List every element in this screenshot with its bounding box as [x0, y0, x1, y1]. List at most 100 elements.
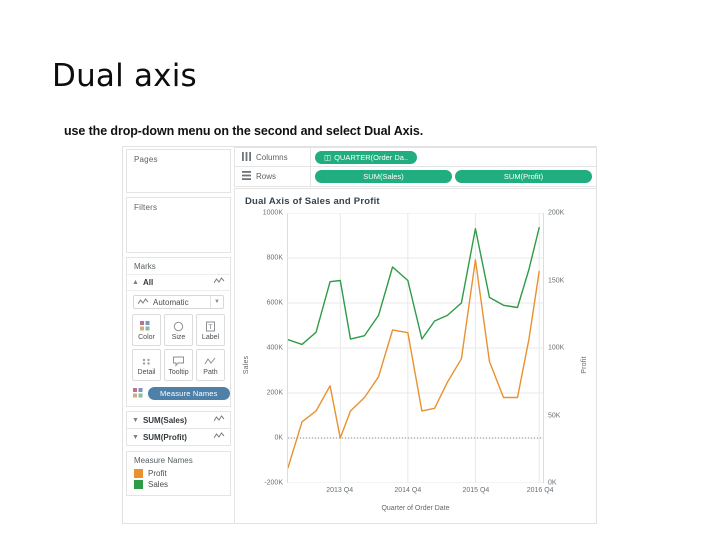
tooltip-button-label: Tooltip: [168, 368, 189, 376]
path-button-label: Path: [203, 368, 218, 376]
marks-button-grid: Color Size T Label Detail Tooltip Path: [127, 314, 230, 385]
tooltip-button[interactable]: Tooltip: [164, 349, 193, 381]
rows-shelf[interactable]: Rows SUM(Sales) SUM(Profit): [234, 167, 596, 187]
size-icon: [172, 320, 185, 333]
y-axis-left-ticks: 1000K 800K 600K 400K 200K 0K -200K: [253, 209, 283, 487]
pill-sum-sales[interactable]: SUM(Sales): [315, 170, 452, 183]
x-axis-ticks: 2013 Q4 2014 Q4 2015 Q4 2016 Q4: [287, 487, 553, 499]
instruction-prefix: use the drop-down menu on the second and…: [64, 124, 365, 138]
chevron-down-icon[interactable]: ▼: [132, 434, 139, 441]
y-tick-left: 0K: [274, 434, 283, 442]
detail-button-label: Detail: [137, 368, 156, 376]
y-tick-right: 0K: [548, 479, 557, 487]
legend-item-profit[interactable]: Profit: [127, 468, 230, 479]
measure-names-row: Measure Names: [127, 385, 230, 406]
marks-card: Marks ▲ All Automatic ▼ Color Size T Lab…: [126, 257, 231, 407]
y-axis-left-title: Sales: [243, 355, 250, 375]
y-tick-right: 100K: [548, 344, 565, 352]
columns-shelf-dropzone[interactable]: ◫ QUARTER(Order Da..: [311, 148, 596, 166]
svg-text:T: T: [208, 324, 213, 331]
filters-shelf-label: Filters: [134, 203, 158, 212]
columns-shelf-name: Columns: [235, 148, 311, 166]
x-tick: 2016 Q4: [526, 487, 554, 494]
x-axis-title: Quarter of Order Date: [381, 505, 450, 512]
y-tick-left: 1000K: [262, 209, 283, 217]
marks-all-row[interactable]: ▲ All: [127, 274, 230, 291]
y-axis-right-ticks: 200K 150K 100K 50K 0K: [548, 209, 576, 487]
measure-names-legend: Measure Names Profit Sales: [126, 451, 231, 496]
line-chart-icon: [213, 277, 225, 287]
legend-swatch-sales: [134, 480, 143, 489]
columns-shelf[interactable]: Columns ◫ QUARTER(Order Da..: [234, 147, 596, 167]
pages-shelf[interactable]: Pages: [126, 149, 231, 193]
chart-title: Dual Axis of Sales and Profit: [245, 196, 380, 207]
y-tick-right: 200K: [548, 209, 565, 217]
pill-quarter-order-date[interactable]: ◫ QUARTER(Order Da..: [315, 150, 418, 164]
path-icon: [204, 355, 217, 368]
pages-shelf-label: Pages: [134, 155, 158, 164]
chevron-up-icon[interactable]: ▲: [132, 279, 139, 286]
x-tick: 2014 Q4: [394, 487, 422, 494]
line-chart-icon: [213, 415, 225, 425]
chart-lines: [288, 213, 543, 483]
color-button-label: Color: [138, 333, 155, 341]
color-icon: [133, 387, 144, 400]
plot-wrapper: Sales Profit 1000K 800K 600K 400K 200K 0K -200…: [241, 209, 590, 517]
y-tick-left: 200K: [266, 389, 283, 397]
pill-sum-profit[interactable]: SUM(Profit): [455, 170, 592, 183]
measure-names-pill[interactable]: Measure Names: [148, 387, 230, 400]
y-tick-left: 800K: [266, 254, 283, 262]
marks-card-header: Marks: [134, 262, 156, 271]
left-shelf-column: Pages Filters Marks ▲ All Automatic ▼ Co…: [123, 147, 234, 523]
mark-type-label: Automatic: [153, 297, 189, 307]
path-button[interactable]: Path: [196, 349, 225, 381]
rows-shelf-name: Rows: [235, 167, 311, 186]
y-tick-right: 150K: [548, 277, 565, 284]
legend-item-sales[interactable]: Sales: [127, 479, 230, 490]
size-button[interactable]: Size: [164, 314, 193, 346]
plot-area: [287, 213, 544, 483]
legend-swatch-profit: [134, 469, 143, 478]
y-tick-left: -200K: [264, 479, 283, 487]
marks-all-label: All: [142, 277, 154, 287]
label-button-label: Label: [201, 333, 220, 341]
tooltip-icon: [172, 355, 185, 368]
size-button-label: Size: [171, 333, 186, 341]
y-tick-left: 400K: [266, 344, 283, 352]
measure-card-sum-sales[interactable]: ▼ SUM(Sales): [126, 411, 231, 429]
mark-type-dropdown[interactable]: Automatic ▼: [133, 295, 224, 309]
tableau-screenshot: Pages Filters Marks ▲ All Automatic ▼ Co…: [122, 146, 597, 524]
detail-icon: [140, 355, 153, 368]
filters-shelf[interactable]: Filters: [126, 197, 231, 253]
columns-icon: [242, 151, 251, 163]
legend-label-sales: Sales: [148, 480, 169, 489]
label-icon: T: [204, 320, 217, 333]
legend-label-profit: Profit: [148, 469, 167, 478]
line-mark-icon: [134, 298, 149, 306]
chart-panel: Dual Axis of Sales and Profit Sales Prof…: [234, 188, 596, 523]
line-chart-icon: [213, 432, 225, 442]
chevron-down-icon[interactable]: ▼: [132, 417, 139, 424]
calendar-icon: ◫: [324, 152, 332, 162]
page-title: Dual axis: [52, 58, 197, 94]
label-button[interactable]: T Label: [196, 314, 225, 346]
y-axis-right-title: Profit: [581, 356, 588, 374]
y-tick-right: 50K: [548, 412, 561, 419]
color-button[interactable]: Color: [132, 314, 161, 346]
view-column: Columns ◫ QUARTER(Order Da.. Rows SUM(Sa…: [234, 147, 596, 523]
instruction-suffix: .: [419, 124, 424, 138]
legend-title: Measure Names: [134, 456, 193, 465]
measure-card-sum-sales-label: SUM(Sales): [142, 415, 187, 425]
color-icon: [140, 320, 153, 333]
pill-quarter-order-date-label: QUARTER(Order Da..: [334, 152, 409, 162]
chevron-down-icon[interactable]: ▼: [210, 296, 223, 308]
slide-instruction-text: use the drop-down menu on the second and…: [64, 124, 423, 138]
rows-shelf-dropzone[interactable]: SUM(Sales) SUM(Profit): [311, 167, 596, 186]
columns-shelf-label: Columns: [256, 152, 288, 162]
rows-icon: [242, 171, 251, 182]
instruction-emphasis: Dual Axis: [364, 124, 420, 138]
y-tick-left: 600K: [266, 299, 283, 307]
x-tick: 2015 Q4: [462, 487, 490, 494]
detail-button[interactable]: Detail: [132, 349, 161, 381]
measure-card-sum-profit[interactable]: ▼ SUM(Profit): [126, 429, 231, 446]
